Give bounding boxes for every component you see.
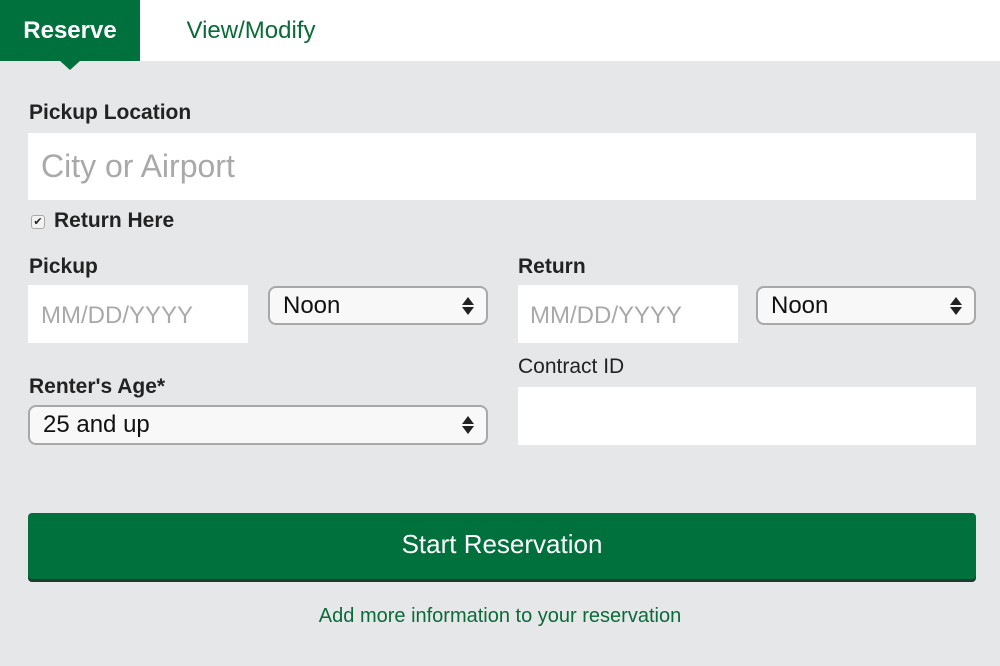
active-tab-caret-icon	[59, 60, 81, 70]
pickup-location-input[interactable]	[28, 133, 976, 200]
return-here-label: Return Here	[54, 209, 175, 232]
tab-view-modify-label: View/Modify	[186, 16, 316, 44]
add-more-info-link[interactable]: Add more information to your reservation	[0, 605, 1000, 628]
tab-view-modify[interactable]: View/Modify	[140, 0, 362, 61]
contract-id-label: Contract ID	[518, 355, 625, 378]
select-arrows-icon	[949, 296, 963, 315]
return-time-select[interactable]: Noon	[756, 286, 976, 325]
return-here-checkbox[interactable]: ✔	[31, 215, 45, 229]
renters-age-select[interactable]: 25 and up	[28, 405, 488, 445]
return-time-value: Noon	[771, 291, 829, 319]
select-arrows-icon	[461, 416, 475, 434]
renters-age-value: 25 and up	[43, 411, 150, 438]
checkmark-icon: ✔	[33, 215, 43, 228]
pickup-location-label: Pickup Location	[29, 101, 192, 124]
pickup-label: Pickup	[29, 255, 98, 278]
return-date-input[interactable]	[518, 285, 738, 343]
pickup-time-select[interactable]: Noon	[268, 286, 488, 325]
tab-reserve[interactable]: Reserve	[0, 0, 140, 70]
tab-bar: Reserve View/Modify	[0, 0, 1000, 70]
tab-reserve-label: Reserve	[23, 16, 117, 44]
return-label: Return	[518, 255, 586, 278]
pickup-date-input[interactable]	[28, 285, 248, 343]
select-arrows-icon	[461, 296, 475, 315]
contract-id-input[interactable]	[518, 387, 976, 445]
start-reservation-button[interactable]: Start Reservation	[28, 513, 976, 579]
renters-age-label: Renter's Age*	[29, 375, 166, 398]
pickup-time-value: Noon	[283, 291, 341, 319]
